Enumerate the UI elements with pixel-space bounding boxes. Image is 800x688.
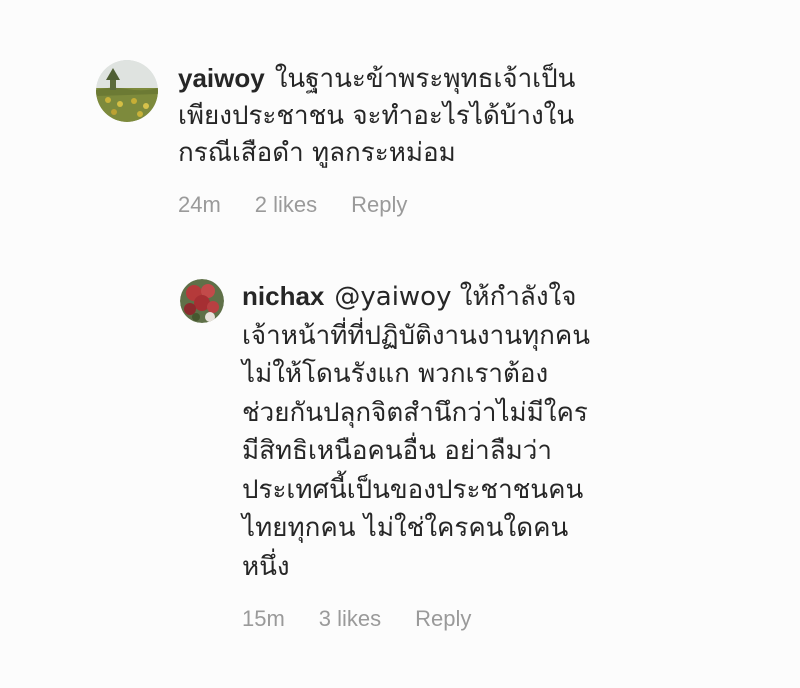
comment-line: ไทยทุกคน ไม่ใช่ใครคนใดคน	[242, 513, 569, 543]
reply-button[interactable]: Reply	[351, 192, 407, 218]
comment-line: หนึ่ง	[242, 551, 290, 582]
comment-meta: 24m 2 likes Reply	[178, 192, 776, 218]
reply-button[interactable]: Reply	[415, 606, 471, 632]
comment-body: nichax @yaiwoy ให้กำลังใจ เจ้าหน้าที่ที่ป…	[242, 277, 780, 632]
comments-panel: yaiwoy ในฐานะข้าพระพุทธเจ้าเป็น เพียงประช…	[0, 0, 800, 688]
comment-line: ประเทศนี้เป็นของประชาชนคน	[242, 474, 584, 505]
timestamp: 24m	[178, 192, 221, 217]
comment-line: @yaiwoy ให้กำลังใจ	[334, 282, 577, 312]
comment-line: เพียงประชาชน จะทำอะไรได้บ้างใน	[178, 101, 575, 131]
comment-line: มีสิทธิเหนือคนอื่น อย่าลืมว่า	[242, 436, 552, 466]
comment-body: yaiwoy ในฐานะข้าพระพุทธเจ้าเป็น เพียงประช…	[178, 60, 776, 218]
comment-line: กรณีเสือดำ ทูลกระหม่อม	[178, 138, 456, 168]
comment-line: ในฐานะข้าพระพุทธเจ้าเป็น	[274, 64, 576, 94]
avatar[interactable]	[180, 279, 224, 323]
timestamp: 15m	[242, 606, 285, 631]
avatar[interactable]	[96, 60, 158, 122]
flowers-photo-avatar-icon	[180, 279, 224, 323]
comment-text: yaiwoy ในฐานะข้าพระพุทธเจ้าเป็น เพียงประช…	[178, 60, 776, 172]
comment-nichax: nichax @yaiwoy ให้กำลังใจ เจ้าหน้าที่ที่ป…	[180, 277, 780, 632]
comment-meta: 15m 3 likes Reply	[242, 606, 780, 632]
comment-line: ไม่ให้โดนรังแก พวกเราต้อง	[242, 359, 549, 389]
comment-text: nichax @yaiwoy ให้กำลังใจ เจ้าหน้าที่ที่ป…	[242, 277, 780, 586]
comment-yaiwoy: yaiwoy ในฐานะข้าพระพุทธเจ้าเป็น เพียงประช…	[96, 60, 776, 218]
likes-count[interactable]: 3 likes	[319, 606, 381, 632]
username-link[interactable]: nichax	[242, 281, 324, 311]
landscape-photo-avatar-icon	[96, 60, 158, 122]
username-link[interactable]: yaiwoy	[178, 63, 265, 93]
likes-count[interactable]: 2 likes	[255, 192, 317, 218]
comment-line: ช่วยกันปลุกจิตสำนึกว่าไม่มีใคร	[242, 397, 588, 428]
comment-line: เจ้าหน้าที่ที่ปฏิบัติงานงานทุกคน	[242, 320, 591, 351]
